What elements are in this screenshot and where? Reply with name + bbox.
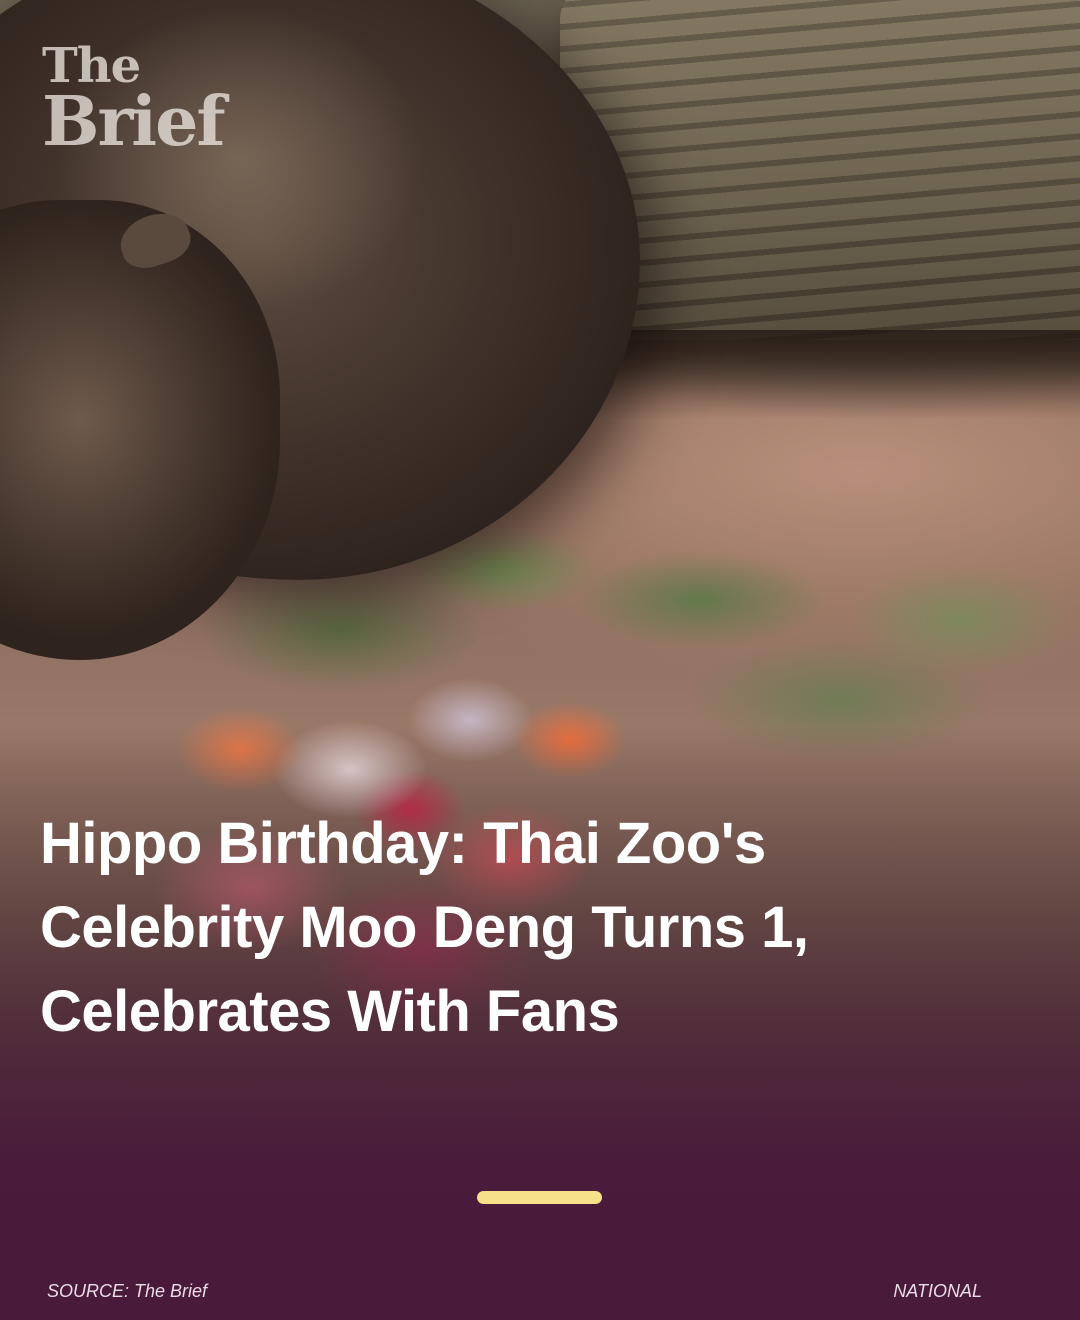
brand-logo: The Brief — [42, 42, 226, 162]
logo-line-2: Brief — [42, 81, 226, 162]
source-label: SOURCE: The Brief — [47, 1281, 208, 1301]
headline: Hippo Birthday: Thai Zoo's Celebrity Moo… — [40, 802, 1020, 1054]
headline-line-3: Celebrates With Fans — [40, 979, 620, 1044]
bottom-gradient-overlay — [0, 0, 1080, 1320]
headline-line-1: Hippo Birthday: Thai Zoo's — [40, 811, 766, 876]
news-card: The Brief Hippo Birthday: Thai Zoo's Cel… — [0, 0, 1080, 1320]
category-label: NATIONAL — [893, 1281, 982, 1301]
headline-line-2: Celebrity Moo Deng Turns 1, — [40, 895, 809, 960]
slide-indicator[interactable] — [477, 1191, 602, 1204]
